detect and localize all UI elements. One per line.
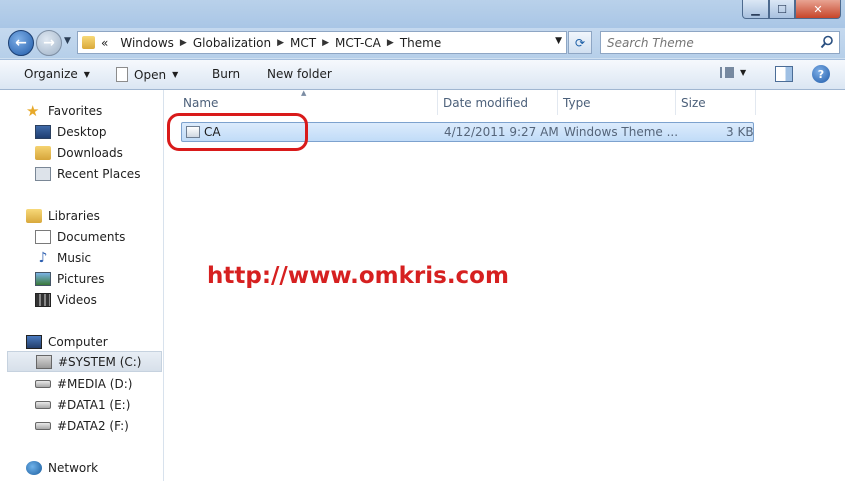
music-note-icon: ♪ (38, 249, 48, 266)
computer-icon (26, 334, 42, 349)
desktop-icon (35, 124, 51, 139)
command-bar: Organize ▼ Open ▼ Burn New folder ▼ ? (0, 59, 845, 90)
burn-button[interactable]: Burn (212, 67, 240, 81)
main-area: ★ Favorites Desktop Downloads Recent Plac… (0, 89, 845, 481)
nav-libraries[interactable]: Libraries (0, 205, 162, 226)
folder-icon (82, 36, 95, 49)
new-folder-button[interactable]: New folder (267, 67, 332, 81)
nav-computer[interactable]: Computer (0, 331, 162, 352)
pictures-icon (35, 271, 51, 286)
nav-downloads[interactable]: Downloads (0, 142, 162, 163)
nav-desktop[interactable]: Desktop (0, 121, 162, 142)
chevron-right-icon[interactable]: ▶ (277, 38, 284, 48)
minimize-button[interactable]: ▁ (742, 0, 769, 19)
annotation-circle (167, 113, 308, 151)
burn-label: Burn (212, 67, 241, 81)
hard-drive-icon (35, 379, 51, 388)
chevron-right-icon[interactable]: ▶ (387, 38, 394, 48)
libraries-icon (26, 208, 42, 223)
file-type: Windows Theme ... (564, 125, 679, 139)
nav-network[interactable]: Network (0, 457, 162, 478)
change-view-button[interactable]: ▼ (720, 67, 746, 78)
open-button[interactable]: Open ▼ (116, 67, 178, 82)
nav-drive-c[interactable]: #SYSTEM (C:) (7, 351, 162, 372)
maximize-button[interactable]: ☐ (769, 0, 795, 19)
documents-icon (35, 229, 51, 244)
back-arrow-icon: ← (15, 35, 27, 51)
navigation-bar: ← → ▼ « Windows ▶ Globalization ▶ MCT ▶ … (0, 28, 845, 58)
refresh-icon: ⟳ (574, 35, 586, 50)
title-bar: ▁ ☐ ✕ (0, 0, 845, 28)
network-globe-icon (26, 460, 42, 475)
minimize-icon: ▁ (751, 2, 760, 16)
chevron-right-icon[interactable]: ▶ (322, 38, 329, 48)
navigation-pane: ★ Favorites Desktop Downloads Recent Plac… (0, 90, 164, 481)
back-button[interactable]: ← (8, 30, 34, 56)
open-label: Open (134, 67, 167, 82)
view-list-icon (720, 67, 734, 78)
refresh-button[interactable]: ⟳ (568, 31, 592, 54)
breadcrumb-mct[interactable]: MCT (290, 36, 316, 50)
preview-pane-button[interactable] (775, 66, 793, 82)
forward-arrow-icon: → (43, 35, 55, 51)
nav-drive-d[interactable]: #MEDIA (D:) (0, 373, 162, 394)
downloads-folder-icon (35, 145, 51, 160)
watermark-url: http://www.omkris.com (207, 263, 509, 289)
search-input[interactable] (607, 35, 817, 50)
column-header-name[interactable]: Name (178, 90, 438, 115)
chevron-right-icon[interactable]: ▶ (180, 38, 187, 48)
nav-drive-e[interactable]: #DATA1 (E:) (0, 394, 162, 415)
new-folder-label: New folder (267, 67, 332, 81)
search-box[interactable] (600, 31, 840, 54)
chevron-down-icon: ▼ (83, 69, 90, 79)
star-icon: ★ (26, 101, 40, 120)
address-bar[interactable]: « Windows ▶ Globalization ▶ MCT ▶ MCT-CA… (77, 31, 567, 54)
breadcrumb-mct-ca[interactable]: MCT-CA (335, 36, 381, 50)
forward-button[interactable]: → (36, 30, 62, 56)
recent-places-icon (35, 166, 51, 181)
chevron-down-icon: ▼ (740, 68, 747, 77)
column-header-type[interactable]: Type (558, 90, 676, 115)
file-list: ▲ Name Date modified Type Size CA 4/12/2… (165, 89, 845, 481)
organize-button[interactable]: Organize ▼ (24, 67, 90, 81)
column-header-size[interactable]: Size (676, 90, 756, 115)
close-icon: ✕ (813, 2, 823, 16)
close-button[interactable]: ✕ (795, 0, 841, 19)
organize-label: Organize (24, 67, 78, 81)
film-strip-icon (35, 292, 51, 307)
history-dropdown[interactable]: ▼ (64, 36, 71, 46)
breadcrumb-overflow[interactable]: « (101, 36, 108, 50)
maximize-icon: ☐ (777, 2, 787, 16)
hard-drive-icon (35, 421, 51, 430)
column-header-date[interactable]: Date modified (438, 90, 558, 115)
nav-pictures[interactable]: Pictures (0, 268, 162, 289)
breadcrumb-globalization[interactable]: Globalization (193, 36, 271, 50)
document-icon (116, 67, 128, 82)
help-icon: ? (817, 67, 825, 81)
system-drive-icon (36, 354, 52, 369)
hard-drive-icon (35, 400, 51, 409)
column-headers: ▲ Name Date modified Type Size (165, 89, 845, 115)
breadcrumb-windows[interactable]: Windows (120, 36, 174, 50)
nav-favorites[interactable]: ★ Favorites (0, 100, 162, 121)
search-icon[interactable] (820, 35, 834, 49)
nav-recent-places[interactable]: Recent Places (0, 163, 162, 184)
nav-music[interactable]: ♪ Music (0, 247, 162, 268)
address-dropdown-icon[interactable]: ▼ (555, 36, 562, 46)
file-size: 3 KB (726, 125, 754, 139)
nav-videos[interactable]: Videos (0, 289, 162, 310)
file-date: 4/12/2011 9:27 AM (444, 125, 559, 139)
help-button[interactable]: ? (812, 65, 830, 83)
nav-documents[interactable]: Documents (0, 226, 162, 247)
chevron-down-icon[interactable]: ▼ (172, 70, 178, 79)
breadcrumb-theme[interactable]: Theme (400, 36, 441, 50)
nav-drive-f[interactable]: #DATA2 (F:) (0, 415, 162, 436)
